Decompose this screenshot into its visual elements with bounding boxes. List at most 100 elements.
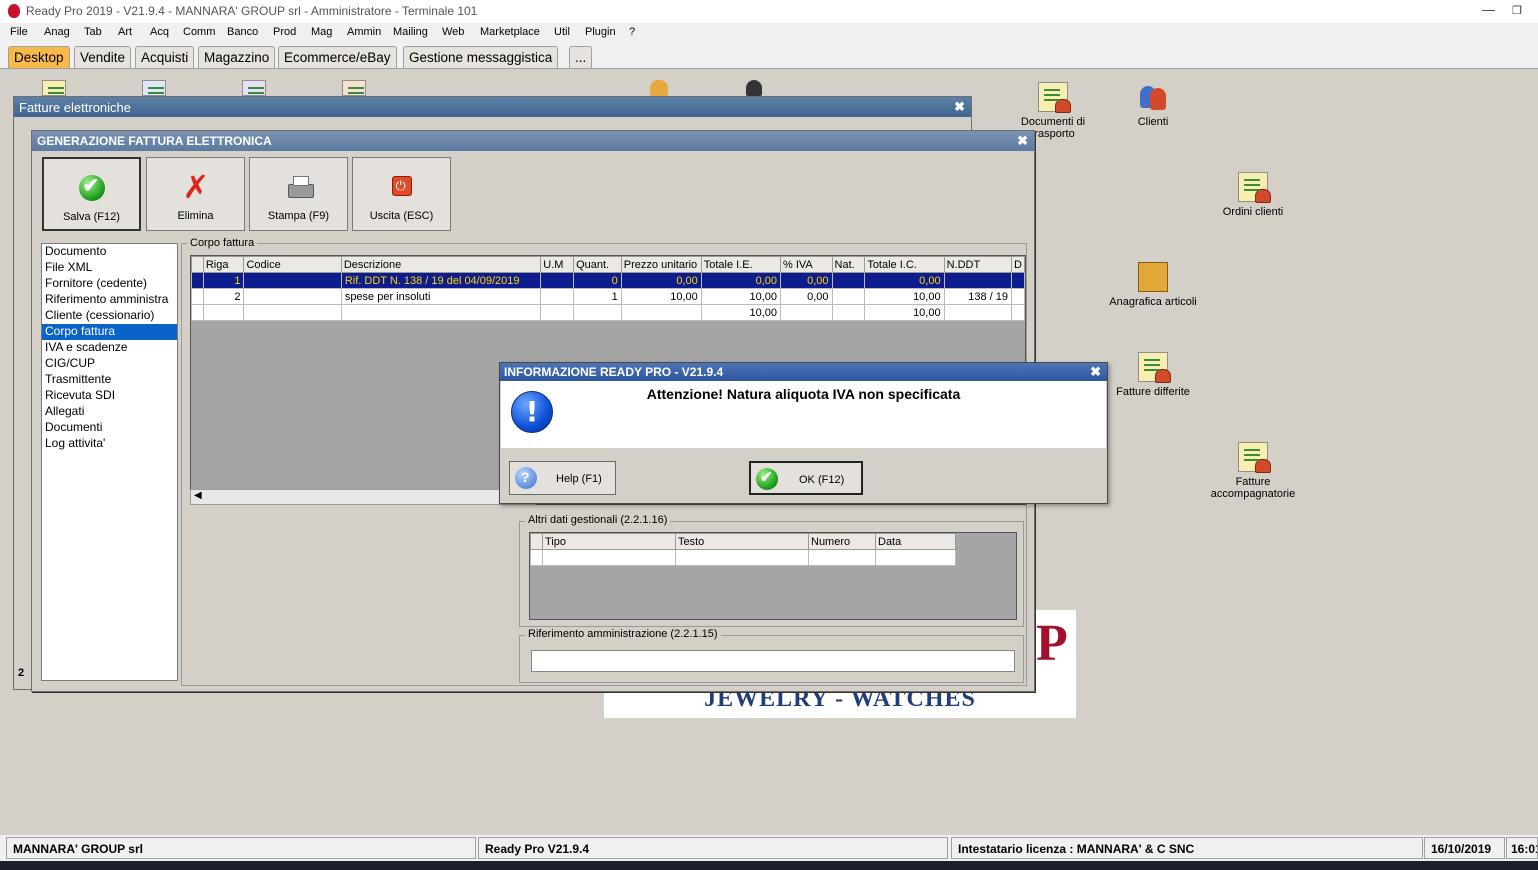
desktop-user-icon[interactable] bbox=[650, 80, 668, 96]
table-row-totals[interactable]: 10,00 10,00 bbox=[191, 304, 1025, 321]
cell-quant[interactable]: 1 bbox=[573, 288, 622, 305]
cell-totale-ie[interactable]: 10,00 bbox=[700, 304, 782, 321]
column-header[interactable]: Totale I.E. bbox=[700, 256, 782, 273]
menu-banco[interactable]: Banco bbox=[227, 26, 258, 38]
column-header[interactable]: Nat. bbox=[831, 256, 866, 273]
cell-totale-ie[interactable]: 0,00 bbox=[700, 272, 782, 289]
nav-item-documento[interactable]: Documento bbox=[42, 244, 177, 260]
desktop-user-icon[interactable] bbox=[746, 80, 762, 96]
desktop-icon-articoli[interactable]: Anagrafica articoli bbox=[1098, 262, 1208, 308]
cell-iva[interactable]: 0,00 bbox=[780, 288, 833, 305]
cell-quant[interactable]: 0 bbox=[573, 272, 622, 289]
close-icon[interactable]: ✖ bbox=[1017, 133, 1028, 149]
column-header[interactable]: Riga bbox=[202, 256, 245, 273]
menu-plugin[interactable]: Plugin bbox=[585, 26, 616, 38]
close-icon[interactable]: ✖ bbox=[1090, 364, 1101, 380]
print-button[interactable]: Stampa (F9) bbox=[249, 157, 348, 231]
cell-totale-ic[interactable]: 0,00 bbox=[864, 272, 945, 289]
desktop-document-icon[interactable] bbox=[142, 80, 166, 96]
altri-dati-grid[interactable]: Tipo Testo Numero Data bbox=[529, 532, 1017, 620]
column-header[interactable]: Prezzo unitario bbox=[620, 256, 702, 273]
menu-art[interactable]: Art bbox=[118, 26, 132, 38]
column-header[interactable]: Descrizione bbox=[340, 256, 542, 273]
cell-totale-ic[interactable]: 10,00 bbox=[864, 288, 945, 305]
rif-amministrazione-input[interactable] bbox=[531, 650, 1015, 672]
exit-button[interactable]: ⏻ Uscita (ESC) bbox=[352, 157, 451, 231]
cell-nat[interactable] bbox=[831, 272, 866, 289]
nav-item-documenti[interactable]: Documenti bbox=[42, 420, 177, 436]
tab-acquisti[interactable]: Acquisti bbox=[135, 46, 195, 68]
nav-item-iva-scadenze[interactable]: IVA e scadenze bbox=[42, 340, 177, 356]
column-header[interactable]: Data bbox=[875, 533, 956, 550]
menu-comm[interactable]: Comm bbox=[183, 26, 215, 38]
delete-button[interactable]: ✗ Elimina bbox=[146, 157, 245, 231]
cell-codice[interactable] bbox=[243, 272, 342, 289]
minimize-icon[interactable]: — bbox=[1482, 2, 1495, 17]
cell-codice[interactable] bbox=[243, 288, 342, 305]
menu-prod[interactable]: Prod bbox=[273, 26, 296, 38]
table-row[interactable]: 1 Rif. DDT N. 138 / 19 del 04/09/2019 0 … bbox=[191, 272, 1025, 289]
menu-web[interactable]: Web bbox=[442, 26, 464, 38]
desktop-document-icon[interactable] bbox=[242, 80, 266, 96]
cell-totale-ic[interactable]: 10,00 bbox=[864, 304, 945, 321]
tab-more[interactable]: ... bbox=[569, 46, 593, 68]
menu-mailing[interactable]: Mailing bbox=[393, 26, 428, 38]
menu-ammin[interactable]: Ammin bbox=[347, 26, 381, 38]
column-header[interactable]: Quant. bbox=[573, 256, 622, 273]
column-header[interactable] bbox=[530, 533, 543, 550]
menu-anag[interactable]: Anag bbox=[44, 26, 70, 38]
ok-button[interactable]: ✔ OK (F12) bbox=[749, 461, 863, 495]
cell-um[interactable] bbox=[540, 288, 575, 305]
column-header[interactable]: Totale I.C. bbox=[864, 256, 945, 273]
restore-icon[interactable]: ❐ bbox=[1512, 4, 1522, 17]
table-row[interactable]: 2 spese per insoluti 1 10,00 10,00 0,00 … bbox=[191, 288, 1025, 305]
horizontal-scrollbar[interactable]: ◀ bbox=[190, 489, 536, 505]
column-header[interactable]: Codice bbox=[243, 256, 342, 273]
cell-prezzo[interactable]: 0,00 bbox=[620, 272, 702, 289]
nav-item-log[interactable]: Log attivita' bbox=[42, 436, 177, 452]
nav-item-corpo-fattura[interactable]: Corpo fattura bbox=[42, 324, 177, 340]
tab-vendite[interactable]: Vendite bbox=[74, 46, 132, 68]
nav-item-allegati[interactable]: Allegati bbox=[42, 404, 177, 420]
table-row[interactable] bbox=[530, 549, 956, 566]
cell-codice[interactable] bbox=[243, 304, 342, 321]
column-header[interactable]: Testo bbox=[675, 533, 809, 550]
nav-item-cig-cup[interactable]: CIG/CUP bbox=[42, 356, 177, 372]
cell-descrizione[interactable]: Rif. DDT N. 138 / 19 del 04/09/2019 bbox=[340, 272, 542, 289]
cell-riga[interactable]: 2 bbox=[202, 288, 245, 305]
menu-marketplace[interactable]: Marketplace bbox=[480, 26, 540, 38]
desktop-icon-fatture-differite[interactable]: Fatture differite bbox=[1098, 352, 1208, 398]
tab-messaggistica[interactable]: Gestione messaggistica bbox=[403, 46, 559, 68]
cell-nat[interactable] bbox=[831, 304, 866, 321]
column-header[interactable]: U.M bbox=[540, 256, 575, 273]
menu-tab[interactable]: Tab bbox=[84, 26, 102, 38]
desktop-icon-ordini[interactable]: Ordini clienti bbox=[1198, 172, 1308, 218]
scroll-left-icon[interactable]: ◀ bbox=[194, 490, 202, 501]
cell-ddt[interactable]: 138 / 19 bbox=[943, 288, 1013, 305]
menu-help[interactable]: ? bbox=[629, 26, 635, 38]
cell-descrizione[interactable]: spese per insoluti bbox=[340, 288, 542, 305]
cell-nat[interactable] bbox=[831, 288, 866, 305]
desktop-icon-fatture-accompagnatorie[interactable]: Fatture accompagnatorie bbox=[1198, 442, 1308, 500]
cell-ddt[interactable] bbox=[943, 272, 1013, 289]
desktop-icon-clienti[interactable]: Clienti bbox=[1098, 82, 1208, 128]
nav-item-file-xml[interactable]: File XML bbox=[42, 260, 177, 276]
help-button[interactable]: ? Help (F1) bbox=[509, 461, 616, 495]
cell-um[interactable] bbox=[540, 272, 575, 289]
cell-iva[interactable]: 0,00 bbox=[780, 272, 833, 289]
cell-quant[interactable] bbox=[573, 304, 622, 321]
column-header[interactable] bbox=[191, 256, 204, 273]
cell-riga[interactable]: 1 bbox=[202, 272, 245, 289]
cell-ddt[interactable] bbox=[943, 304, 1013, 321]
menu-file[interactable]: File bbox=[10, 26, 28, 38]
desktop-document-icon[interactable] bbox=[42, 80, 66, 96]
cell-descrizione[interactable] bbox=[340, 304, 542, 321]
close-icon[interactable]: ✖ bbox=[954, 99, 965, 115]
cell-um[interactable] bbox=[540, 304, 575, 321]
column-header[interactable]: N.DDT bbox=[943, 256, 1013, 273]
cell-prezzo[interactable]: 10,00 bbox=[620, 288, 702, 305]
save-button[interactable]: ✔ Salva (F12) bbox=[42, 157, 141, 231]
cell-iva[interactable] bbox=[780, 304, 833, 321]
nav-item-cliente[interactable]: Cliente (cessionario) bbox=[42, 308, 177, 324]
column-header[interactable]: Numero bbox=[808, 533, 876, 550]
